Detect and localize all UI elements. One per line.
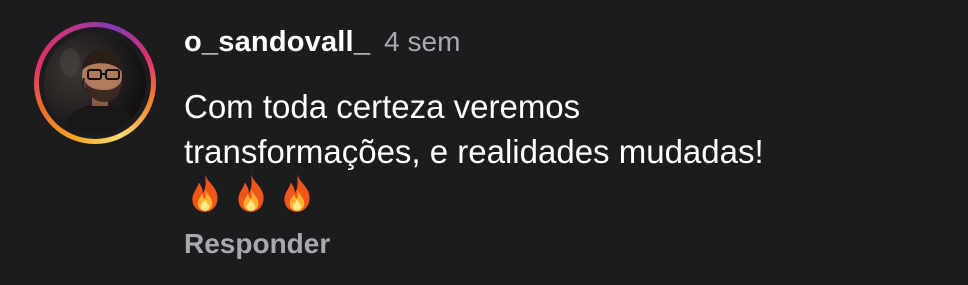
comment-header: o_sandovall_ 4 sem <box>184 26 460 70</box>
fire-icon <box>192 174 218 212</box>
fire-icon <box>238 174 264 212</box>
comment-text-line: transformações, e realidades mudadas! <box>184 133 764 170</box>
reply-button[interactable]: Responder <box>184 228 330 260</box>
fire-icon <box>284 174 310 212</box>
avatar[interactable] <box>44 32 146 134</box>
avatar-photo <box>44 32 146 134</box>
timestamp: 4 sem <box>384 26 461 57</box>
emoji-row <box>184 172 318 214</box>
comment-text-line: Com toda certeza veremos <box>184 88 581 125</box>
avatar-story-ring[interactable] <box>34 22 156 144</box>
comment-text: Com toda certeza veremos transformações,… <box>184 84 944 174</box>
username-link[interactable]: o_sandovall_ <box>184 26 370 59</box>
comment: o_sandovall_ 4 sem Com toda certeza vere… <box>0 0 968 285</box>
